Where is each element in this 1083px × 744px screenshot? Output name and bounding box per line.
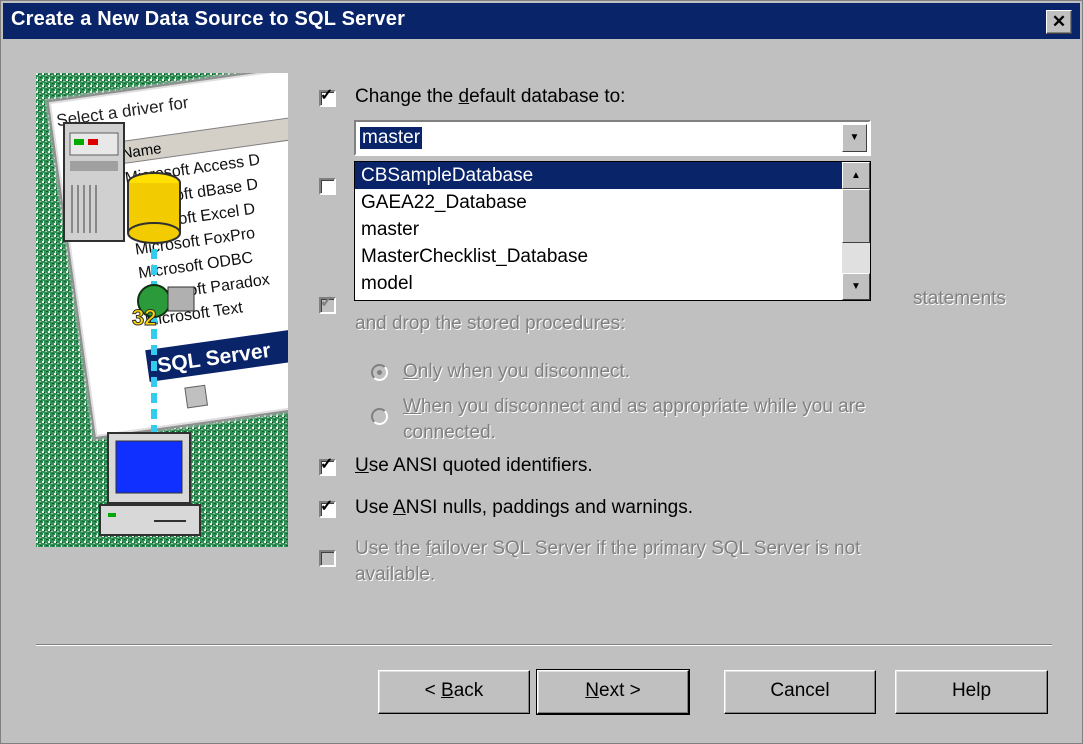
help-button[interactable]: Help [895, 670, 1048, 714]
default-database-combobox[interactable]: master ▼ [354, 120, 871, 156]
checkmark-icon: ✓ [320, 87, 334, 104]
change-default-db-label: Change the default database to: [355, 86, 626, 107]
cancel-button[interactable]: Cancel [724, 670, 876, 714]
ansi-quoted-identifiers-checkbox[interactable]: ✓ [319, 456, 336, 476]
radio-disconnect-appropriate[interactable] [371, 408, 388, 425]
dropdown-scrollbar[interactable]: ▲ ▼ [842, 162, 870, 300]
scroll-thumb[interactable] [842, 189, 870, 243]
window-title: Create a New Data Source to SQL Server [11, 8, 406, 30]
back-button[interactable]: < Back [378, 670, 530, 714]
radio-disconnect-appropriate-label: When you disconnect and as appropriate w… [403, 396, 866, 417]
scroll-up-button[interactable]: ▲ [842, 162, 870, 189]
separator [36, 644, 1052, 646]
radio-only-disconnect[interactable] [371, 364, 388, 381]
checkmark-icon: ✓ [320, 456, 334, 473]
dialog-window: Create a New Data Source to SQL Server ✕ [0, 0, 1083, 744]
create-temp-proc-checkbox[interactable]: ✓ [319, 294, 336, 314]
close-icon: ✕ [1051, 12, 1067, 31]
wizard-illustration: Select a driver for Name Microsoft Acces… [36, 73, 288, 547]
database-dropdown-list[interactable]: CBSampleDatabase GAEA22_Database master Mas… [354, 161, 871, 301]
next-button[interactable]: Next > [536, 669, 690, 715]
combobox-dropdown-button[interactable]: ▼ [842, 124, 867, 152]
change-default-db-checkbox[interactable]: ✓ [319, 87, 336, 107]
dropdown-item[interactable]: MasterChecklist_Database [355, 243, 870, 270]
chevron-up-icon: ▲ [851, 170, 861, 181]
dropdown-item[interactable]: model [355, 270, 870, 297]
dropdown-item[interactable]: master [355, 216, 870, 243]
attach-database-checkbox[interactable] [319, 178, 336, 195]
ansi-nulls-label: Use ANSI nulls, paddings and warnings. [355, 497, 694, 518]
chevron-down-icon: ▼ [851, 281, 861, 292]
failover-checkbox[interactable] [319, 550, 336, 567]
title-bar[interactable]: Create a New Data Source to SQL Server ✕ [3, 3, 1080, 39]
chevron-down-icon: ▼ [849, 132, 860, 143]
dropdown-item[interactable]: CBSampleDatabase [355, 162, 870, 189]
scroll-down-button[interactable]: ▼ [842, 273, 870, 300]
default-database-value: master [360, 127, 423, 149]
checkmark-icon: ✓ [320, 294, 334, 311]
failover-label-line2: available. [355, 564, 436, 585]
dropdown-items: CBSampleDatabase GAEA22_Database master Mas… [355, 162, 870, 297]
ansi-quoted-identifiers-label: Use ANSI quoted identifiers. [355, 455, 593, 476]
illustration-badge: 32 [132, 305, 156, 330]
wizard-illustration-graphic: Select a driver for Name Microsoft Acces… [36, 73, 288, 547]
close-button[interactable]: ✕ [1046, 10, 1072, 34]
ansi-nulls-checkbox[interactable]: ✓ [319, 498, 336, 518]
dropdown-item[interactable]: GAEA22_Database [355, 189, 870, 216]
radio-disconnect-appropriate-label-line2: connected. [403, 422, 496, 443]
checkmark-icon: ✓ [320, 498, 334, 515]
create-temp-proc-label-tail: statements [913, 288, 1006, 309]
failover-label: Use the failover SQL Server if the prima… [355, 538, 861, 559]
radio-only-disconnect-label: Only when you disconnect. [403, 361, 631, 382]
create-temp-proc-label-line2: and drop the stored procedures: [355, 313, 626, 334]
